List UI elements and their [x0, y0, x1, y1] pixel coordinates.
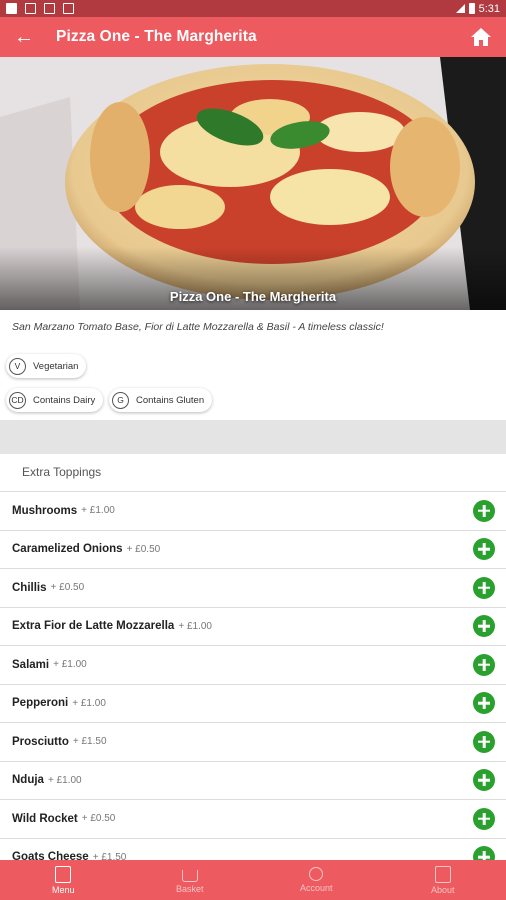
topping-row[interactable]: Chillis + £0.50: [0, 568, 506, 607]
topping-row[interactable]: Salami + £1.00: [0, 645, 506, 684]
topping-price: + £0.50: [126, 543, 161, 555]
add-icon[interactable]: [473, 807, 495, 830]
pizza-illustration: [0, 57, 506, 310]
add-icon[interactable]: [473, 653, 495, 676]
topping-name: Chillis: [12, 581, 47, 594]
add-icon[interactable]: [473, 615, 495, 638]
topping-name: Pepperoni: [12, 697, 69, 710]
account-icon: [309, 867, 324, 881]
nav-label: About: [430, 884, 455, 895]
topping-price: + £0.50: [50, 582, 85, 594]
nav-menu[interactable]: Menu: [0, 860, 127, 900]
topping-name: Caramelized Onions: [12, 543, 123, 556]
topping-row[interactable]: Extra Fior de Latte Mozzarella + £1.00: [0, 606, 506, 646]
nav-label: Basket: [175, 883, 204, 894]
battery-icon: [468, 3, 475, 14]
topping-price: + £0.50: [81, 813, 116, 825]
topping-row[interactable]: Caramelized Onions + £0.50: [0, 529, 506, 569]
topping-name: Mushrooms: [12, 504, 78, 517]
topping-row[interactable]: Wild Rocket + £0.50: [0, 799, 506, 838]
add-icon[interactable]: [473, 692, 495, 715]
chip-label: Contains Dairy: [33, 394, 96, 406]
menu-icon: [55, 865, 72, 883]
dietary-chip-gluten: G Contains Gluten: [109, 388, 213, 412]
topping-row[interactable]: Prosciutto + £1.50: [0, 722, 506, 761]
image-icon: [44, 3, 55, 14]
nav-basket[interactable]: Basket: [127, 860, 254, 900]
vegetarian-icon: V: [9, 357, 26, 375]
basket-icon: [181, 869, 198, 882]
text-icon: [25, 3, 36, 14]
info-icon: [434, 865, 451, 883]
topping-price: + £1.00: [72, 697, 106, 709]
add-icon[interactable]: [473, 538, 495, 561]
dietary-chip-dairy: CD Contains Dairy: [6, 388, 104, 412]
add-icon[interactable]: [473, 769, 495, 792]
hero-caption: Pizza One - The Margherita: [169, 289, 337, 304]
topping-name: Extra Fior de Latte Mozzarella: [12, 620, 175, 633]
add-icon[interactable]: [473, 730, 495, 753]
bottom-nav: Menu Basket Account About: [0, 860, 506, 900]
pizza-hero-image: Pizza One - The Margherita: [0, 57, 506, 310]
chip-label: Vegetarian: [33, 360, 79, 372]
toppings-list: Mushrooms + £1.00 Caramelized Onions + £…: [0, 491, 506, 876]
section-divider: [0, 420, 506, 454]
status-time: 5:31: [478, 2, 500, 15]
nav-account[interactable]: Account: [253, 860, 380, 900]
download-icon: [63, 3, 74, 14]
section-title: Extra Toppings: [22, 465, 102, 479]
topping-row[interactable]: Pepperoni + £1.00: [0, 683, 506, 723]
nav-about[interactable]: About: [380, 860, 506, 900]
topping-name: Wild Rocket: [12, 812, 78, 825]
gluten-icon: G: [112, 391, 129, 409]
topping-row[interactable]: Mushrooms + £1.00: [0, 491, 506, 530]
topping-name: Nduja: [12, 774, 44, 787]
signal-icon: [455, 4, 465, 13]
topping-name: Salami: [12, 658, 50, 671]
nav-label: Menu: [51, 884, 75, 895]
topping-row[interactable]: Nduja + £1.00: [0, 760, 506, 800]
app-bar: ← Pizza One - The Margherita: [0, 17, 506, 57]
notification-icon: [6, 3, 17, 14]
topping-price: + £1.00: [53, 659, 87, 671]
topping-price: + £1.50: [72, 736, 107, 748]
topping-price: + £1.00: [178, 620, 212, 632]
item-description: San Marzano Tomato Base, Fior di Latte M…: [12, 321, 384, 333]
add-icon[interactable]: [473, 499, 495, 522]
home-icon[interactable]: [470, 27, 492, 47]
page-title: Pizza One - The Margherita: [56, 28, 257, 45]
dairy-icon: CD: [9, 391, 26, 409]
topping-price: + £1.00: [47, 774, 82, 786]
chip-label: Contains Gluten: [136, 394, 205, 406]
add-icon[interactable]: [473, 576, 495, 599]
status-bar: 5:31: [0, 0, 506, 17]
topping-name: Prosciutto: [12, 735, 69, 748]
nav-label: Account: [299, 883, 333, 893]
back-arrow-icon[interactable]: ←: [14, 26, 42, 49]
dietary-chip-vegetarian: V Vegetarian: [6, 354, 87, 378]
topping-price: + £1.00: [81, 505, 115, 517]
